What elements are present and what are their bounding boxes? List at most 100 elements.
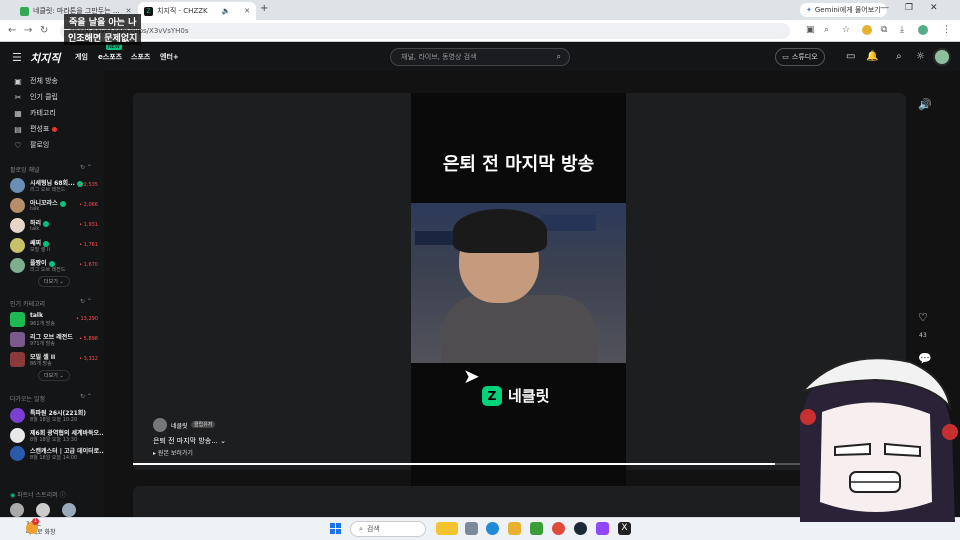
popular-more-button[interactable]: 더보기 ⌄ (38, 370, 70, 381)
nav-sports[interactable]: 스포츠 (131, 52, 150, 62)
mouse-cursor-icon: ➤ (463, 364, 480, 388)
anime-sticker (800, 357, 958, 522)
nav-game[interactable]: 게임 (75, 52, 88, 62)
search-icon[interactable]: ⌕ (896, 51, 902, 62)
partner-avatar[interactable] (36, 503, 50, 517)
viewer-count: • 5,898 (79, 336, 98, 342)
studio-button[interactable]: ▭ 스튜디오 (775, 48, 825, 66)
studio-label: 스튜디오 (791, 53, 818, 61)
sidebar-item-following[interactable]: ♡ 팔로잉 (12, 140, 49, 150)
schedule-item[interactable]: 스캔캐스터 | 고급 데이터로... 8월 18일 오늘 14:00 (10, 445, 106, 463)
like-heart-icon[interactable]: ♡ (918, 311, 928, 324)
bell-icon[interactable]: 🔔 (866, 51, 878, 62)
reload-icon[interactable]: ↻ (40, 25, 48, 36)
new-tab-button[interactable]: + (260, 3, 268, 14)
screenshot-icon[interactable]: ▣ (806, 25, 815, 35)
bookmark-star-icon[interactable]: ☆ (842, 25, 850, 35)
minimize-icon[interactable]: — (880, 3, 889, 13)
popular-category[interactable]: 모밀 셀 II 86개 방송 • 3,312 (10, 351, 100, 369)
partner-avatar[interactable] (10, 503, 24, 517)
gemini-button[interactable]: ✦ Gemini에게 물어보기 (800, 3, 887, 17)
sidebar-item-category[interactable]: ▦ 카테고리 (12, 108, 56, 118)
search-input[interactable]: 채널, 라이브, 동영상 검색 ⌕ (390, 48, 570, 66)
schedule-time: 8월 18일 오늘 10:20 (30, 417, 78, 423)
address-bar: ← → ↻ chzzk.naver.com/clips/X3vVsYH0s ▣ … (0, 20, 960, 42)
profile-icon[interactable] (918, 25, 928, 35)
search-icon[interactable]: ⌕ (557, 52, 561, 62)
site-header: ☰ 치지직 게임 e스포츠 NEW 스포츠 엔터+ 채널, 라이브, 동영상 검… (0, 43, 960, 71)
game-icon[interactable] (530, 522, 543, 535)
schedule-item[interactable]: 제6회 광역협의 세계바둑오... 8월 18일 오늘 13:30 (10, 427, 106, 445)
x-icon[interactable]: X (618, 522, 631, 535)
sidebar-item-all-live[interactable]: ▣ 전체 방송 (12, 76, 58, 86)
following-channel[interactable]: 쌔찌 모밀 셀 II • 1,761 (10, 237, 100, 255)
theme-sun-icon[interactable]: ☼ (916, 51, 925, 62)
like-count: 43 (919, 332, 927, 339)
windows-start-icon[interactable] (330, 523, 342, 535)
user-avatar[interactable] (933, 48, 951, 66)
taskbar-search[interactable]: ⌕ 검색 (350, 521, 426, 537)
following-channel[interactable]: 플짱이 리그 오브 레전드 • 1,670 (10, 257, 100, 275)
avatar (10, 408, 25, 423)
category-sub: 86개 방송 (30, 361, 52, 367)
extensions-puzzle-icon[interactable]: ⧉ (881, 25, 887, 35)
avatar (10, 218, 25, 233)
section-controls[interactable]: ↻ ⌃ (80, 164, 92, 171)
volume-icon[interactable]: 🔊 (918, 98, 932, 111)
sticker-ribbon (800, 409, 816, 425)
mute-icon[interactable]: 🔈 (216, 7, 231, 15)
tab-favicon-icon (20, 6, 29, 16)
nav-entertainment[interactable]: 엔터+ (160, 52, 179, 62)
twitch-icon[interactable] (596, 522, 609, 535)
close-icon[interactable]: ✕ (238, 7, 250, 15)
clip-title[interactable]: 은퇴 전 마지막 방송... ⌄ (153, 436, 226, 446)
following-channel[interactable]: 하리 talk • 1,931 (10, 217, 100, 235)
channel-avatar[interactable] (153, 418, 167, 432)
popular-category[interactable]: 리그 오브 레전드 971개 방송 • 5,898 (10, 331, 100, 349)
download-icon[interactable]: ⤓ (900, 25, 904, 35)
sidebar-item-label: 전체 방송 (30, 77, 58, 85)
channel-name[interactable]: 네클릿 (171, 421, 188, 430)
chat-icon[interactable]: ▭ (846, 51, 855, 62)
channel-category: 리그 오브 레전드 (30, 187, 66, 193)
tab-label: 치지직 - CHZZK (157, 7, 208, 15)
forward-icon[interactable]: → (24, 25, 32, 36)
following-channel[interactable]: 아니꼬라스 talk • 2,066 (10, 197, 100, 215)
maximize-icon[interactable]: ❐ (905, 3, 913, 13)
zoom-icon[interactable]: ⌕ (824, 25, 829, 35)
more-icon[interactable]: ⋮ (942, 25, 951, 35)
edge-icon[interactable] (486, 522, 499, 535)
file-explorer-icon[interactable] (436, 522, 458, 535)
partner-avatar[interactable] (62, 503, 76, 517)
site-logo[interactable]: 치지직 (30, 50, 60, 66)
original-link[interactable]: ▸ 원본 보러가기 (153, 448, 193, 457)
url-field[interactable]: chzzk.naver.com/clips/X3vVsYH0s (60, 23, 790, 39)
game-hud (541, 215, 596, 231)
section-controls[interactable]: ↻ ⌃ (80, 298, 92, 305)
nav-esports[interactable]: e스포츠 (98, 52, 122, 62)
following-more-button[interactable]: 더보기 ⌄ (38, 276, 70, 287)
chrome-icon[interactable] (552, 522, 565, 535)
menu-icon[interactable]: ☰ (12, 51, 22, 64)
sidebar-item-schedule[interactable]: ▤ 편성표 (12, 124, 58, 134)
verified-icon (43, 220, 50, 227)
window-close-icon[interactable]: ✕ (930, 3, 938, 13)
gemini-icon: ✦ (806, 6, 812, 14)
schedule-item[interactable]: 특파원 26시(221회) 8월 18일 오늘 10:20 (10, 407, 100, 425)
avatar (10, 446, 25, 461)
section-controls[interactable]: ↻ ⌃ (80, 393, 92, 400)
sidebar-item-popular-clips[interactable]: ✂ 인기 클립 (12, 92, 58, 102)
viewer-count: • 1,670 (79, 262, 98, 268)
extension-icon[interactable] (862, 25, 872, 35)
sidebar: ▣ 전체 방송 ✂ 인기 클립 ▦ 카테고리 ▤ 편성표 ♡ 팔로잉 팔로잉 채널 ↻ ⌃… (0, 71, 106, 517)
sticker-face (820, 402, 932, 512)
popular-category[interactable]: talk 961개 방송 • 13,290 (10, 311, 100, 329)
task-view-icon[interactable] (465, 522, 478, 535)
sidebar-item-label: 인기 클립 (30, 93, 58, 101)
steam-icon[interactable] (574, 522, 587, 535)
weather-widget[interactable]: 1 31°C 대체로 화창 (10, 518, 56, 537)
back-icon[interactable]: ← (8, 25, 16, 36)
folder-icon[interactable] (508, 522, 521, 535)
browser-tab-2[interactable]: Z 치지직 - CHZZK 🔈 ✕ (138, 2, 256, 20)
following-channel[interactable]: 시세형님 68회... 리그 오브 레전드 • 2,535 (10, 177, 100, 195)
